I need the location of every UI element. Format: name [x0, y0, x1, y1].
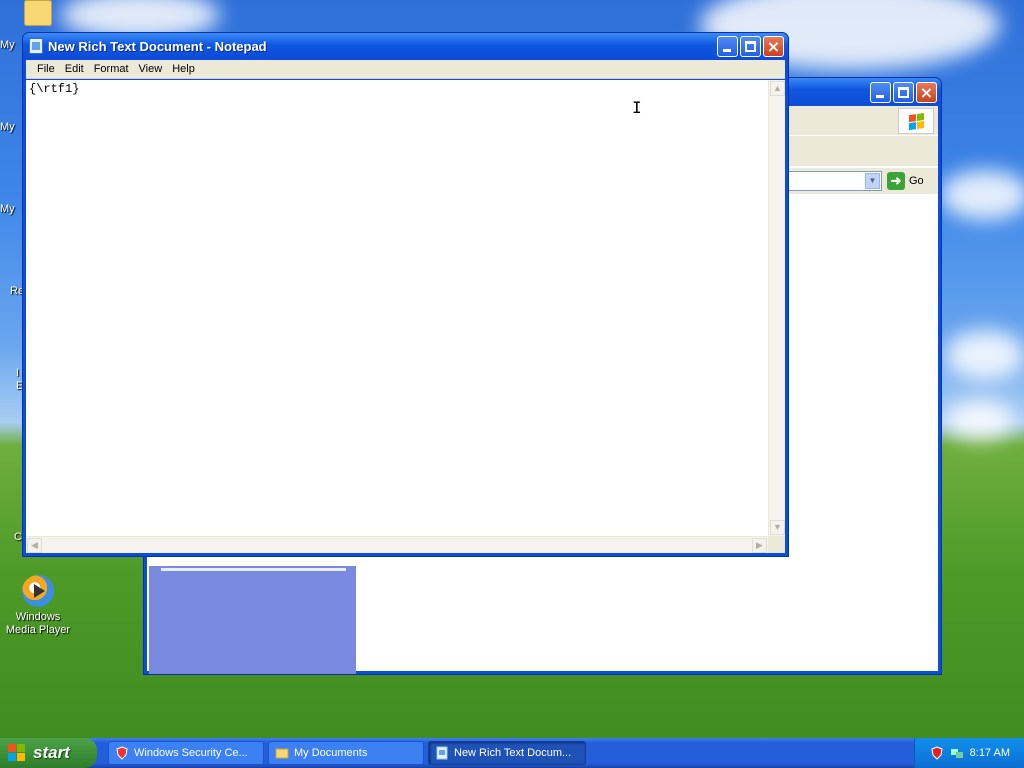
media-player-icon — [22, 575, 54, 607]
desktop-icon-label[interactable]: My — [0, 39, 15, 51]
chevron-down-icon[interactable]: ▼ — [865, 173, 880, 189]
desktop-icon-label[interactable]: I — [16, 367, 19, 379]
system-tray: 8:17 AM — [914, 738, 1024, 768]
cloud — [945, 330, 1024, 380]
notepad-window[interactable]: New Rich Text Document - Notepad × File … — [22, 32, 789, 557]
network-icon[interactable] — [950, 746, 964, 760]
menu-bar: File Edit Format View Help — [26, 60, 785, 79]
scroll-left-icon[interactable]: ◀ — [27, 538, 42, 553]
close-icon: × — [919, 83, 934, 102]
horizontal-scrollbar[interactable]: ◀ ▶ — [26, 536, 768, 553]
task-label: New Rich Text Docum... — [454, 747, 572, 759]
vertical-scrollbar[interactable]: ▲ ▼ — [768, 80, 785, 536]
maximize-icon — [745, 41, 756, 52]
close-button[interactable]: × — [916, 82, 937, 103]
minimize-icon — [723, 49, 731, 52]
task-label: My Documents — [294, 747, 368, 759]
text-cursor-icon: I — [632, 98, 642, 117]
notepad-icon — [29, 38, 43, 54]
desktop-icon-label[interactable]: My — [0, 121, 15, 133]
taskbar-button-security-center[interactable]: Windows Security Ce... — [108, 741, 264, 765]
menu-view[interactable]: View — [134, 63, 168, 75]
scroll-down-icon[interactable]: ▼ — [770, 520, 785, 535]
desktop-icon-label[interactable]: C — [14, 531, 22, 543]
maximize-button[interactable] — [740, 36, 761, 57]
start-label: start — [33, 743, 70, 762]
taskbar-button-notepad[interactable]: New Rich Text Docum... — [428, 741, 586, 765]
explorer-caption-buttons: × — [870, 82, 937, 103]
resize-grip-icon[interactable] — [768, 536, 785, 553]
clock[interactable]: 8:17 AM — [970, 747, 1010, 759]
notepad-titlebar[interactable]: New Rich Text Document - Notepad × — [23, 33, 788, 60]
maximize-icon — [898, 87, 909, 98]
desktop-icon-label[interactable]: My — [0, 203, 15, 215]
cloud — [940, 170, 1024, 220]
address-input[interactable]: ▼ — [787, 171, 882, 191]
security-alert-icon[interactable] — [930, 746, 944, 760]
minimize-button[interactable] — [717, 36, 738, 57]
go-button[interactable]: ➜ Go — [887, 171, 937, 191]
my-documents-icon[interactable] — [24, 0, 52, 26]
folder-icon — [275, 748, 289, 759]
notepad-icon — [436, 746, 448, 760]
start-button[interactable]: start — [0, 738, 97, 768]
scroll-right-icon[interactable]: ▶ — [752, 538, 767, 553]
windows-media-player-shortcut[interactable]: Windows Media Player — [0, 575, 76, 637]
close-button[interactable]: × — [763, 36, 784, 57]
text-editor[interactable]: {\rtf1} — [26, 80, 768, 536]
menu-help[interactable]: Help — [167, 63, 200, 75]
close-icon: × — [766, 37, 781, 56]
menu-file[interactable]: File — [32, 63, 60, 75]
windows-flag-icon — [8, 744, 28, 762]
windows-logo-icon — [898, 108, 934, 134]
task-label: Windows Security Ce... — [134, 747, 248, 759]
taskbar-button-my-documents[interactable]: My Documents — [268, 741, 424, 765]
window-title: New Rich Text Document - Notepad — [48, 39, 267, 54]
minimize-icon — [876, 95, 884, 98]
maximize-button[interactable] — [893, 82, 914, 103]
cloud — [945, 400, 1015, 440]
menu-format[interactable]: Format — [89, 63, 134, 75]
wmp-label: Windows Media Player — [5, 611, 71, 636]
notepad-caption-buttons: × — [717, 36, 784, 57]
minimize-button[interactable] — [870, 82, 891, 103]
scroll-up-icon[interactable]: ▲ — [770, 81, 785, 96]
go-label: Go — [909, 175, 924, 187]
shield-icon — [116, 746, 128, 760]
go-arrow-icon: ➜ — [887, 172, 905, 190]
explorer-task-pane — [149, 566, 356, 674]
taskbar: start Windows Security Ce... My Document… — [0, 738, 1024, 768]
menu-edit[interactable]: Edit — [60, 63, 89, 75]
